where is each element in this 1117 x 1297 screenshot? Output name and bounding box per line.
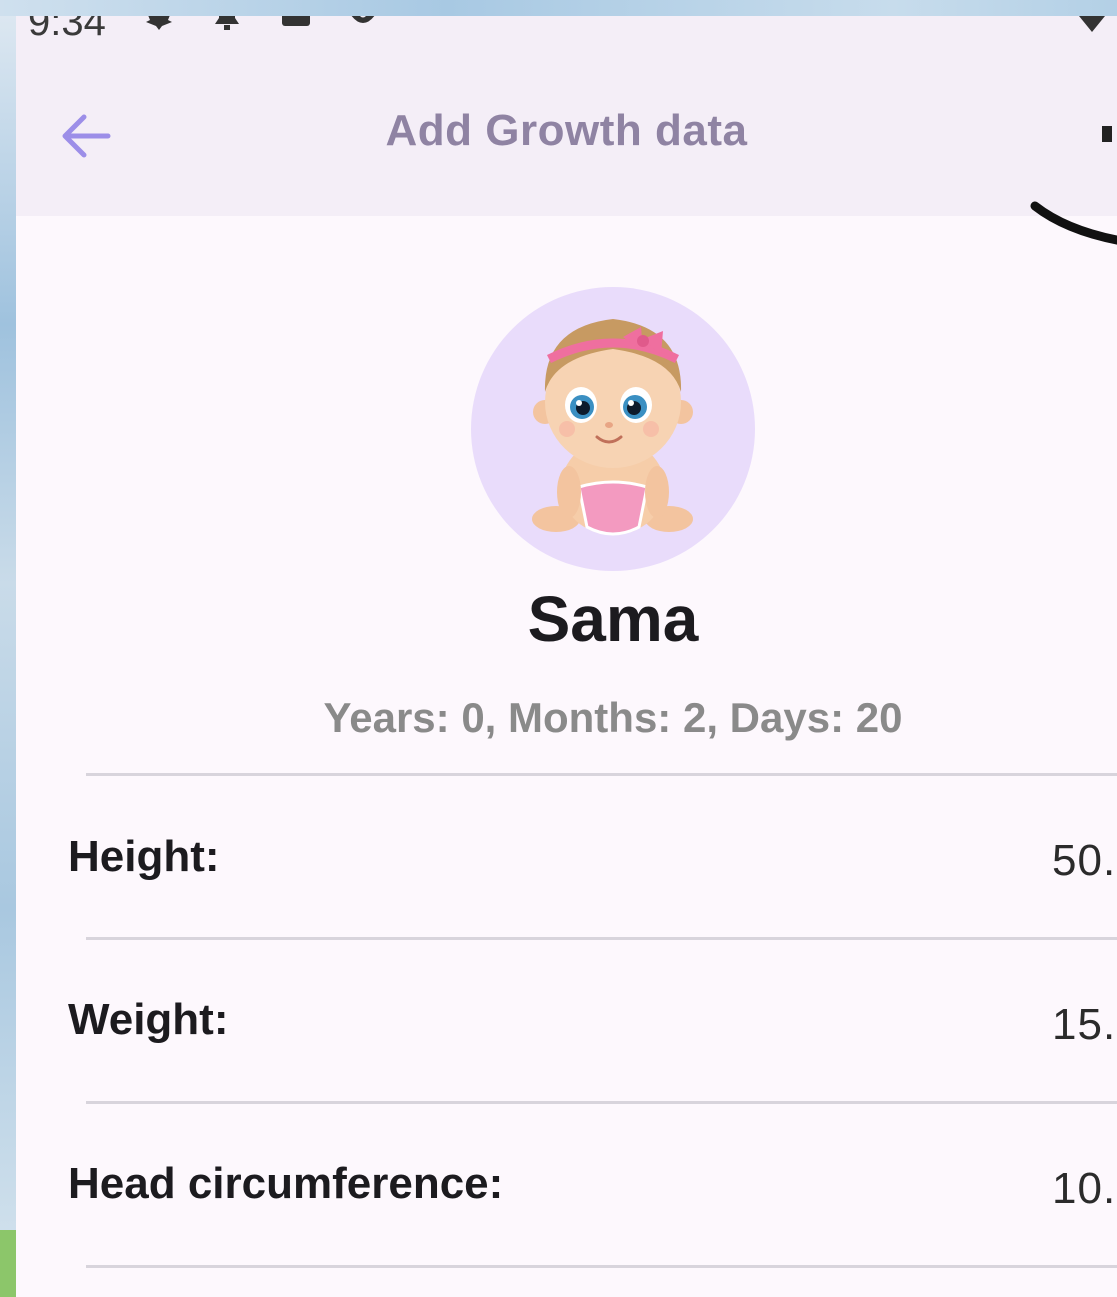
divider (86, 1101, 1117, 1104)
status-icons (142, 16, 380, 30)
square-icon (282, 16, 310, 26)
baby-avatar (532, 319, 693, 536)
head-circumference-value[interactable]: 10. (1052, 1164, 1116, 1214)
divider (86, 937, 1117, 940)
background-texture-bottom (0, 1230, 16, 1297)
head-circumference-label: Head circumference: (68, 1159, 504, 1208)
at-sign-icon (351, 16, 375, 23)
height-label: Height: (68, 832, 220, 881)
weight-value[interactable]: 15. (1052, 1000, 1116, 1050)
divider (86, 1265, 1117, 1268)
action-icon[interactable] (1027, 106, 1117, 246)
page-title: Add Growth data (385, 106, 748, 155)
child-name: Sama (527, 583, 699, 655)
height-value[interactable]: 50. (1052, 836, 1116, 886)
app-screen: 9:34 Add Growth data Sama Years: 0, Mont… (16, 16, 1117, 1297)
status-time: 9:34 (28, 16, 106, 44)
child-age: Years: 0, Months: 2, Days: 20 (323, 694, 903, 741)
divider (86, 773, 1117, 776)
signal-icon (1079, 16, 1105, 32)
bell-icon (215, 16, 239, 30)
background-texture-top (0, 0, 1117, 16)
status-bar: 9:34 (16, 16, 1117, 56)
avatar (471, 287, 755, 571)
weight-label: Weight: (68, 995, 229, 1044)
settings-icon (146, 16, 172, 30)
app-bar: Add Growth data (16, 56, 1117, 245)
